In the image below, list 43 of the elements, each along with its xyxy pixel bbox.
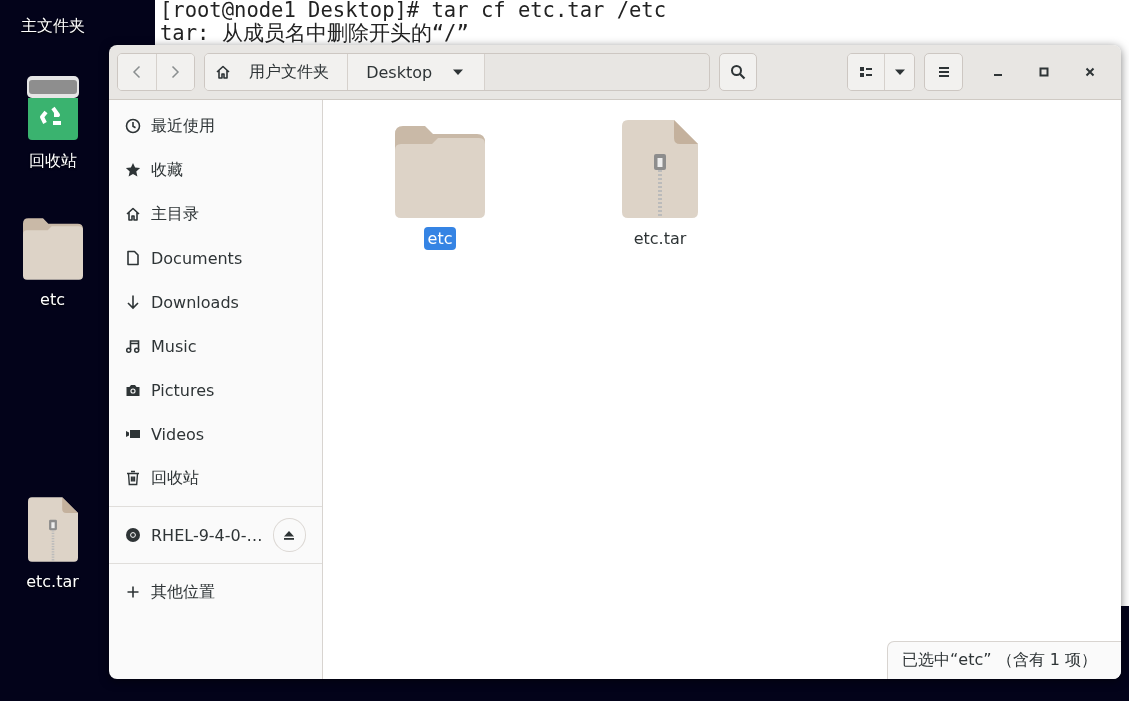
archive-file-icon[interactable] (27, 497, 78, 562)
star-icon (125, 162, 141, 178)
desktop-icon-label[interactable]: etc (40, 290, 65, 309)
disc-icon (125, 527, 141, 543)
sidebar-item[interactable]: Videos (109, 412, 322, 456)
home-icon (215, 64, 232, 80)
sidebar-item[interactable]: 最近使用 (109, 104, 322, 148)
search-button[interactable] (718, 53, 758, 91)
terminal-line: tar: 从成员名中删除开头的“/” (159, 22, 470, 45)
home-icon (125, 206, 141, 222)
down-arrow-icon (125, 294, 141, 310)
file-name: etc.tar (632, 228, 688, 250)
search-icon (729, 64, 746, 80)
file-name: etc (423, 227, 457, 250)
sidebar-item[interactable]: RHEL-9-4-0-… (109, 513, 322, 557)
eject-button[interactable] (272, 518, 306, 552)
sidebar-item[interactable]: 回收站 (109, 456, 322, 500)
sidebar-item[interactable]: 其他位置 (109, 570, 322, 614)
sidebar-item[interactable]: Pictures (109, 368, 322, 412)
plus-icon (125, 584, 141, 600)
path-segment[interactable]: Desktop (348, 54, 486, 90)
sidebar-item[interactable]: 主目录 (109, 192, 322, 236)
desktop-icon-label[interactable]: 主文件夹 (20, 16, 85, 37)
desktop-icon-label[interactable]: 回收站 (28, 151, 77, 172)
sidebar-item[interactable]: Music (109, 324, 322, 368)
sidebar-item[interactable]: Downloads (109, 280, 322, 324)
trash-icon (125, 470, 141, 486)
path-segment[interactable]: 用户文件夹 (205, 54, 349, 90)
folder-icon[interactable] (22, 218, 83, 280)
view-button[interactable] (848, 54, 884, 90)
sidebar-item[interactable]: 收藏 (109, 148, 322, 192)
menu-button[interactable] (924, 53, 963, 91)
recycle-bin-icon[interactable] (25, 75, 80, 141)
sidebar-item[interactable]: Documents (109, 236, 322, 280)
music-icon (125, 338, 141, 354)
document-icon (125, 250, 141, 266)
desktop-icon-label[interactable]: etc.tar (26, 572, 79, 591)
clock-icon (125, 118, 141, 134)
status-bar: 已选中“etc” （含有 1 项） (887, 641, 1121, 679)
camera-icon (125, 382, 141, 398)
view-icon (857, 64, 874, 80)
terminal-line: [root@node1 Desktop]# tar cf etc.tar /etc (159, 0, 668, 22)
minimize-icon (994, 74, 1002, 76)
